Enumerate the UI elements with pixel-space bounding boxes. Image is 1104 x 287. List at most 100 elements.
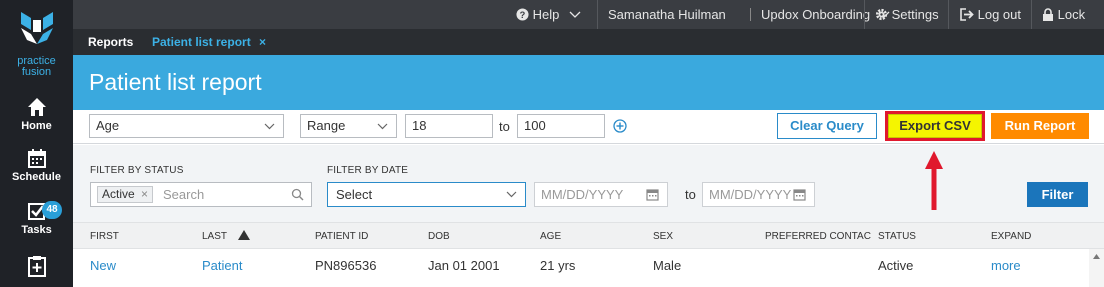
practice-fusion-logo-icon <box>21 12 53 44</box>
sort-ascending-icon <box>237 230 250 240</box>
lock-link[interactable]: Lock <box>1042 0 1085 29</box>
range-from-input[interactable]: 18 <box>405 114 493 138</box>
run-report-button[interactable]: Run Report <box>991 113 1089 139</box>
gear-icon <box>875 8 888 21</box>
column-header-expand: EXPAND <box>991 231 1032 242</box>
column-header-status[interactable]: STATUS <box>878 223 916 250</box>
cell-dob: Jan 01 2001 <box>428 258 500 273</box>
column-header-dob[interactable]: DOB <box>428 223 450 250</box>
logout-icon <box>960 8 974 21</box>
query-field-value: Age <box>96 118 120 133</box>
clear-query-button[interactable]: Clear Query <box>777 113 877 139</box>
date-to-input[interactable]: MM/DD/YYYY <box>702 182 815 207</box>
tab-reports[interactable]: Reports <box>88 29 133 55</box>
tab-patient-list-report[interactable]: Patient list report × <box>152 29 266 55</box>
sidebar-item-home[interactable]: Home <box>0 97 73 132</box>
lock-label: Lock <box>1057 7 1086 22</box>
lock-icon <box>1043 8 1053 21</box>
date-from-input[interactable]: MM/DD/YYYY <box>534 182 668 207</box>
filter-status-label: FILTER BY STATUS <box>90 165 184 176</box>
range-to-label: to <box>499 119 510 134</box>
page-title: Patient list report <box>89 69 262 95</box>
sidebar-item-clipboard[interactable] <box>0 255 73 280</box>
scroll-up-icon[interactable] <box>1089 251 1104 263</box>
divider <box>948 0 949 29</box>
remove-tag-icon[interactable]: × <box>141 187 148 201</box>
export-csv-label: Export CSV <box>888 114 982 138</box>
filter-date-label: FILTER BY DATE <box>327 165 409 176</box>
filter-button[interactable]: Filter <box>1027 182 1088 207</box>
chevron-down-icon <box>264 123 275 130</box>
calendar-icon[interactable] <box>793 188 806 201</box>
sidebar: practice fusion Home Schedule Tasks 48 <box>0 0 73 287</box>
column-header-sex[interactable]: SEX <box>653 223 673 250</box>
column-header-patient-id[interactable]: PATIENT ID <box>315 223 368 250</box>
chevron-down-icon <box>506 191 517 198</box>
column-header-first[interactable]: FIRST <box>90 223 119 250</box>
org-switcher[interactable]: Updox Onboarding <box>761 0 890 29</box>
column-header-label: LAST <box>202 231 227 242</box>
cell-patient-id: PN896536 <box>315 258 377 273</box>
status-filter-field[interactable]: Active × Search <box>90 182 312 207</box>
help-label: Help <box>532 7 560 22</box>
logout-link[interactable]: Log out <box>960 0 1021 29</box>
svg-text:?: ? <box>520 10 526 20</box>
date-filter-select[interactable]: Select <box>327 182 526 207</box>
divider <box>597 0 598 29</box>
query-field-select[interactable]: Age <box>89 114 284 138</box>
top-bar: ? Help Samanatha Huilman Updox Onboardin… <box>73 0 1104 29</box>
tab-label: Patient list report <box>152 35 251 49</box>
help-menu[interactable]: ? Help <box>516 0 581 29</box>
column-header-preferred-contact[interactable]: PREFERRED CONTAC <box>765 223 871 250</box>
date-to-placeholder: MM/DD/YYYY <box>709 187 792 202</box>
status-search-placeholder: Search <box>163 187 205 202</box>
range-to-input[interactable]: 100 <box>517 114 605 138</box>
search-icon <box>291 188 304 201</box>
user-name: Samanatha Huilman <box>608 7 726 22</box>
cell-sex: Male <box>653 258 682 273</box>
date-from-placeholder: MM/DD/YYYY <box>541 187 624 202</box>
page-header: Patient list report <box>73 55 1104 110</box>
close-icon[interactable]: × <box>259 35 266 49</box>
settings-link[interactable]: Settings <box>875 0 939 29</box>
cell-first-name[interactable]: New <box>90 258 116 273</box>
logo-text-fusion: fusion <box>21 66 52 78</box>
chevron-down-icon <box>377 123 388 130</box>
vertical-scrollbar[interactable] <box>1089 249 1104 287</box>
home-icon <box>27 98 46 116</box>
sidebar-item-label: Home <box>21 120 52 132</box>
sidebar-item-tasks[interactable]: Tasks 48 <box>0 201 73 236</box>
chevron-down-icon <box>569 11 581 18</box>
settings-label: Settings <box>891 7 939 22</box>
column-header-last[interactable]: LAST <box>202 223 250 250</box>
status-tag-label: Active <box>102 187 135 201</box>
status-tag: Active × <box>97 186 154 203</box>
divider <box>864 0 865 29</box>
cell-last-name[interactable]: Patient <box>202 258 242 273</box>
add-condition-icon[interactable] <box>613 119 627 133</box>
divider <box>750 8 751 21</box>
date-to-label: to <box>685 187 696 202</box>
sidebar-item-schedule[interactable]: Schedule <box>0 148 73 183</box>
cell-age: 21 yrs <box>540 258 576 273</box>
divider <box>1031 0 1032 29</box>
sidebar-item-label: Tasks <box>21 224 52 236</box>
org-name: Updox Onboarding <box>761 7 871 22</box>
tasks-count-badge: 48 <box>42 201 62 219</box>
filter-bar: FILTER BY STATUS Active × Search FILTER … <box>73 145 1104 222</box>
query-operator-value: Range <box>307 118 346 133</box>
query-operator-select[interactable]: Range <box>300 114 397 138</box>
date-filter-value: Select <box>336 187 373 202</box>
export-csv-button[interactable]: Export CSV <box>885 111 985 141</box>
calendar-icon <box>27 149 46 168</box>
column-header-age[interactable]: AGE <box>540 223 561 250</box>
help-icon: ? <box>516 8 529 21</box>
tab-bar: Reports Patient list report × <box>73 29 1104 55</box>
cell-status: Active <box>878 258 914 273</box>
logout-label: Log out <box>977 7 1021 22</box>
expand-more-link[interactable]: more <box>991 258 1021 273</box>
table-body: New Patient PN896536 Jan 01 2001 21 yrs … <box>73 249 1104 287</box>
clipboard-icon <box>27 256 46 277</box>
query-bar: Age Range 18 to 100 Clear Query Export C… <box>73 110 1104 144</box>
calendar-icon[interactable] <box>646 188 659 201</box>
